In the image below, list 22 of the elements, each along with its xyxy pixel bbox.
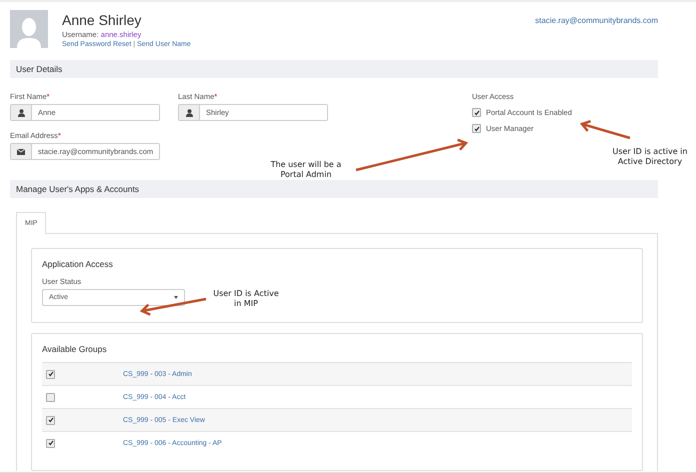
panel-title: Application Access xyxy=(42,259,114,269)
annotation-text: User ID is Active in MIP xyxy=(212,289,280,308)
section-header: User Details xyxy=(10,60,658,78)
account-email-link[interactable]: stacie.ray@communitybrands.com xyxy=(535,16,658,25)
avatar-silhouette xyxy=(10,10,48,48)
annotation-text: The user will be a Portal Admin xyxy=(270,160,342,180)
caret-icon xyxy=(174,296,178,299)
checkbox[interactable] xyxy=(46,370,55,378)
arrow xyxy=(140,298,206,316)
checkbox[interactable] xyxy=(472,124,481,133)
checkbox[interactable] xyxy=(472,108,481,117)
person-icon xyxy=(18,108,24,116)
user-name: Anne Shirley xyxy=(62,12,142,28)
checkbox[interactable] xyxy=(46,438,55,448)
checkbox[interactable] xyxy=(46,416,55,424)
arrow xyxy=(580,120,630,140)
annotation-text: User ID is active in Active Directory xyxy=(612,147,688,166)
person-icon xyxy=(186,108,192,116)
section-header: Manage User's Apps & Accounts xyxy=(10,180,658,198)
mail-icon xyxy=(17,148,25,154)
checkbox[interactable] xyxy=(46,392,55,402)
panel-title: Available Groups xyxy=(42,344,108,354)
